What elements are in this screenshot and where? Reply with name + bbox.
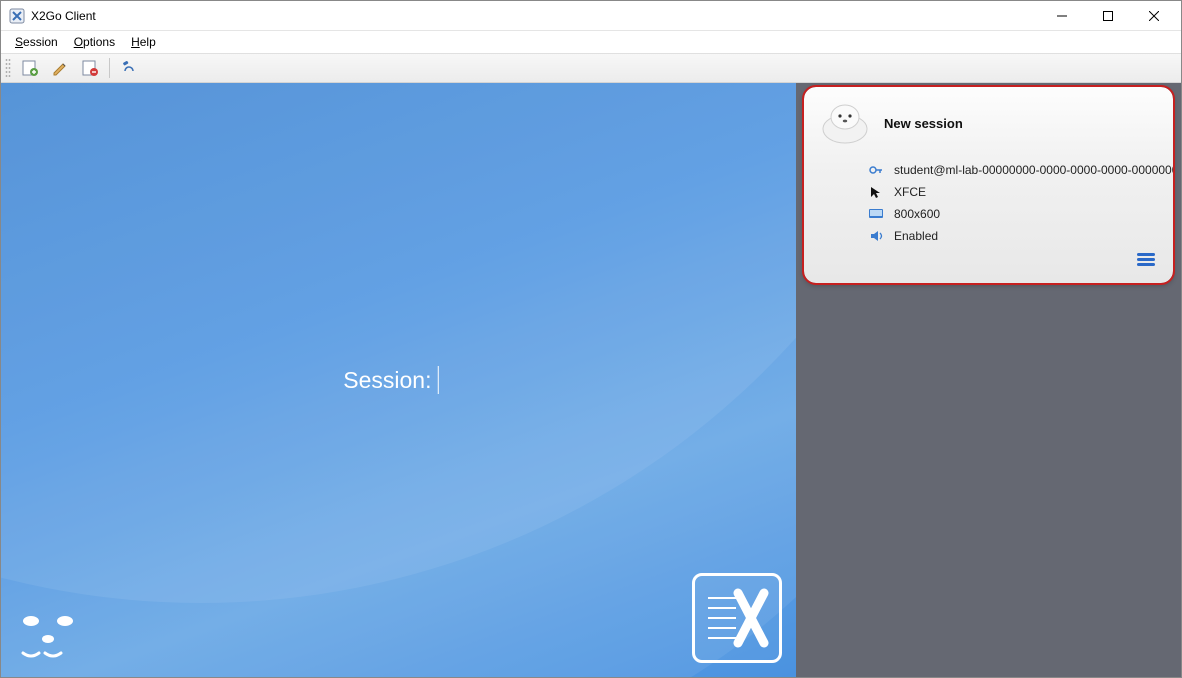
session-sound-text: Enabled (894, 229, 938, 243)
session-menu-button[interactable] (1137, 253, 1155, 267)
window-title: X2Go Client (31, 9, 96, 23)
toolbar (1, 53, 1181, 83)
x2go-logo-icon (692, 573, 782, 663)
session-connection-row: student@ml-lab-00000000-0000-0000-0000-0… (818, 159, 1159, 181)
mouse-icon (868, 184, 884, 200)
session-desktop-row: XFCE (818, 181, 1159, 203)
app-icon (9, 8, 25, 24)
session-card[interactable]: New session student@ml-lab-00000000-0000… (804, 87, 1173, 283)
window-titlebar: X2Go Client (1, 1, 1181, 31)
menu-bar: Session Options Help (1, 31, 1181, 53)
sound-icon (868, 228, 884, 244)
session-avatar-icon (818, 101, 872, 145)
session-card-title: New session (884, 116, 963, 131)
seal-face-icon (13, 605, 93, 665)
delete-session-button[interactable] (76, 55, 104, 81)
close-button[interactable] (1131, 1, 1177, 31)
session-pane: Session: (1, 83, 796, 677)
sessions-sidebar: New session student@ml-lab-00000000-0000… (796, 83, 1181, 677)
key-icon (868, 162, 884, 178)
toolbar-separator (109, 58, 110, 78)
session-geometry-text: 800x600 (894, 207, 940, 221)
session-input-cursor[interactable] (437, 366, 438, 394)
session-sound-row: Enabled (818, 225, 1159, 247)
edit-session-button[interactable] (46, 55, 74, 81)
menu-options[interactable]: Options (66, 33, 123, 51)
minimize-button[interactable] (1039, 1, 1085, 31)
main-area: Session: (1, 83, 1181, 677)
settings-button[interactable] (115, 55, 143, 81)
menu-help[interactable]: Help (123, 33, 164, 51)
session-geometry-row: 800x600 (818, 203, 1159, 225)
session-label: Session: (343, 366, 438, 394)
display-icon (868, 206, 884, 222)
new-session-button[interactable] (16, 55, 44, 81)
session-desktop-text: XFCE (894, 185, 926, 199)
session-connection-text: student@ml-lab-00000000-0000-0000-0000-0… (894, 163, 1173, 177)
toolbar-grip (5, 58, 11, 78)
menu-session[interactable]: Session (7, 33, 66, 51)
maximize-button[interactable] (1085, 1, 1131, 31)
session-label-text: Session: (343, 367, 431, 394)
